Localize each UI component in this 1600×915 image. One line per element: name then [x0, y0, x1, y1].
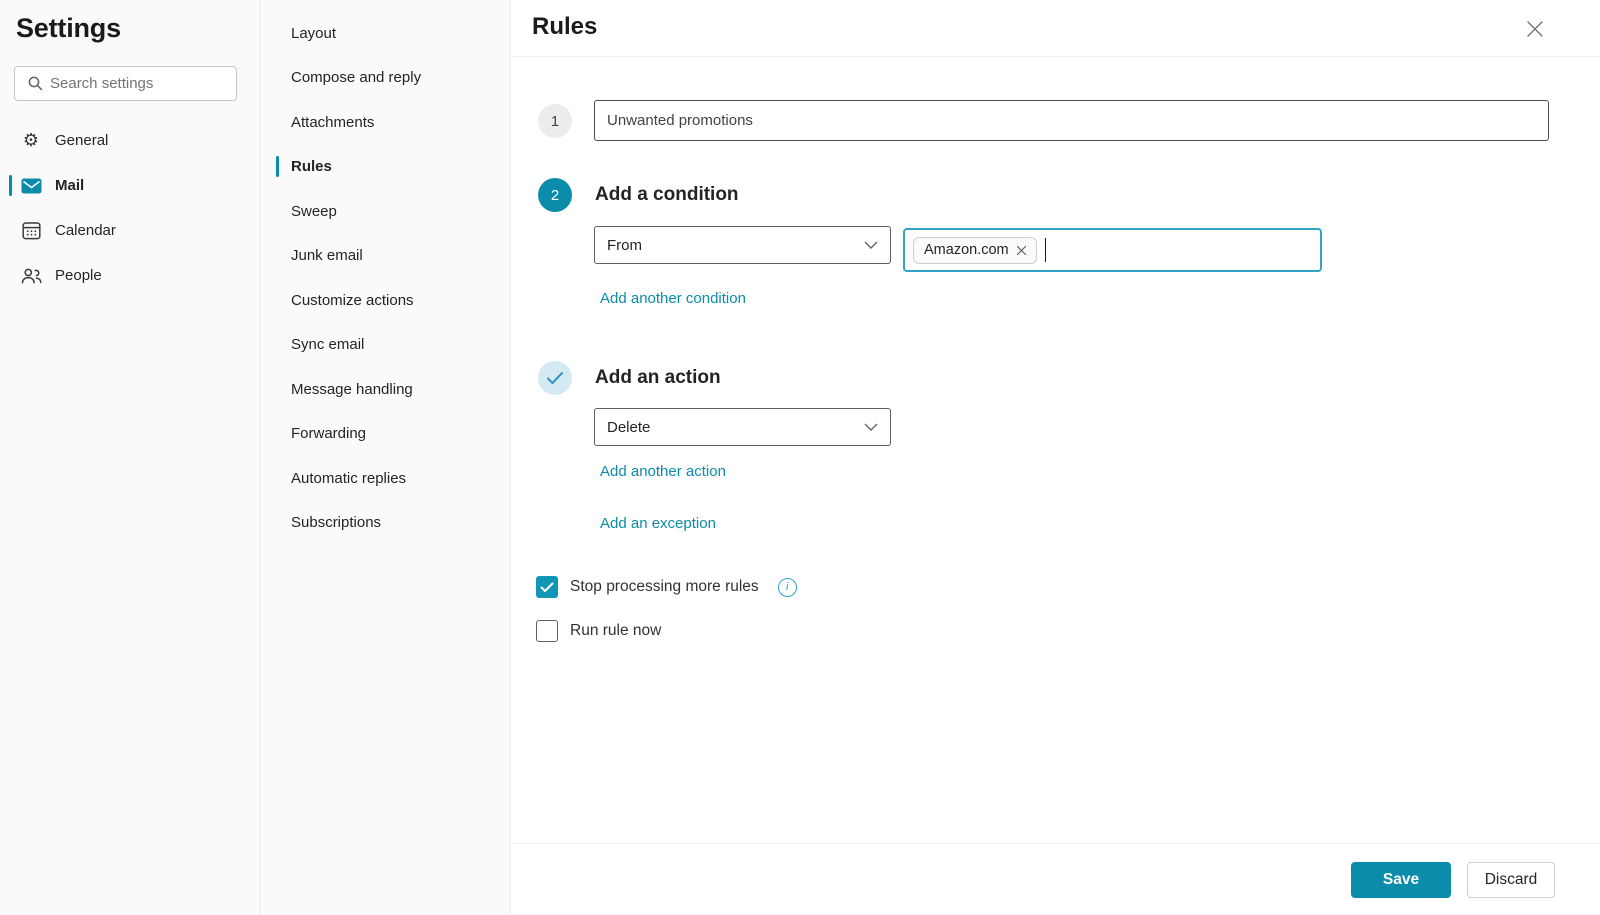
nav-item-layout[interactable]: Layout [262, 11, 510, 56]
save-button[interactable]: Save [1351, 862, 1451, 898]
remove-tag-icon[interactable] [1016, 245, 1027, 256]
nav-item-label: Compose and reply [291, 69, 421, 86]
nav-item-label: Sync email [291, 336, 364, 353]
add-another-condition-link[interactable]: Add another condition [600, 290, 746, 307]
search-settings-input[interactable] [50, 75, 228, 92]
stop-processing-checkbox[interactable] [536, 576, 558, 598]
settings-title: Settings [16, 13, 260, 44]
sidebar-item-people[interactable]: People [0, 253, 260, 298]
run-rule-now-checkbox[interactable] [536, 620, 558, 642]
step-number: 2 [551, 187, 559, 204]
nav-item-label: Customize actions [291, 292, 414, 309]
checkmark-icon [540, 582, 554, 593]
nav-item-forwarding[interactable]: Forwarding [262, 412, 510, 457]
sidebar-item-label: Calendar [55, 222, 116, 239]
close-button[interactable] [1522, 16, 1548, 42]
nav-item-attachments[interactable]: Attachments [262, 100, 510, 145]
info-glyph: i [786, 581, 788, 593]
nav-item-label: Attachments [291, 114, 374, 131]
condition-type-dropdown[interactable]: From [594, 226, 891, 264]
sidebar-item-general[interactable]: ⚙ General [0, 118, 260, 163]
tag-label: Amazon.com [924, 242, 1009, 258]
nav-item-junk-email[interactable]: Junk email [262, 234, 510, 279]
nav-item-label: Sweep [291, 203, 337, 220]
sidebar-item-label: Mail [55, 177, 84, 194]
people-icon [20, 267, 42, 285]
nav-item-sweep[interactable]: Sweep [262, 189, 510, 234]
dropdown-selected-value: Delete [607, 419, 864, 436]
discard-button[interactable]: Discard [1467, 862, 1555, 898]
nav-item-label: Automatic replies [291, 470, 406, 487]
nav-item-label: Subscriptions [291, 514, 381, 531]
checkmark-icon [546, 371, 564, 385]
nav-item-label: Forwarding [291, 425, 366, 442]
selected-indicator [276, 156, 279, 177]
nav-item-subscriptions[interactable]: Subscriptions [262, 501, 510, 546]
action-type-dropdown[interactable]: Delete [594, 408, 891, 446]
condition-value-tag: Amazon.com [913, 237, 1037, 264]
search-settings-box[interactable] [14, 66, 237, 101]
step-2-badge: 2 [538, 178, 572, 212]
nav-item-sync-email[interactable]: Sync email [262, 323, 510, 368]
panel-footer: Save Discard [512, 843, 1600, 915]
checkbox-label: Stop processing more rules [570, 578, 759, 596]
condition-value-input[interactable]: Amazon.com [903, 228, 1322, 272]
condition-section-title: Add a condition [595, 184, 739, 206]
mail-settings-nav-list: Layout Compose and reply Attachments Rul… [262, 11, 510, 545]
checkbox-label: Run rule now [570, 622, 661, 640]
nav-item-customize-actions[interactable]: Customize actions [262, 278, 510, 323]
run-rule-now-option-row: Run rule now [536, 620, 661, 642]
info-icon[interactable]: i [778, 578, 797, 597]
nav-item-message-handling[interactable]: Message handling [262, 367, 510, 412]
page-title: Rules [532, 13, 597, 41]
close-icon [1526, 20, 1544, 38]
sidebar-item-label: General [55, 132, 108, 149]
sidebar-item-label: People [55, 267, 102, 284]
nav-item-label: Rules [291, 158, 332, 175]
text-cursor [1045, 238, 1047, 262]
search-icon [27, 75, 44, 92]
rules-panel: Rules 1 2 Add a condition From Amazon.co… [512, 0, 1600, 915]
nav-item-label: Message handling [291, 381, 413, 398]
mail-icon [20, 178, 42, 194]
stop-processing-option-row: Stop processing more rules i [536, 576, 797, 598]
settings-category-list: ⚙ General Mail Calendar [0, 118, 260, 298]
step-number: 1 [551, 113, 559, 130]
gear-icon: ⚙ [20, 132, 42, 150]
add-another-action-link[interactable]: Add another action [600, 463, 726, 480]
step-3-badge [538, 361, 572, 395]
rule-name-field [594, 100, 1549, 141]
action-section-title: Add an action [595, 367, 721, 389]
settings-sidebar: Settings ⚙ General Mail [0, 0, 261, 915]
nav-item-label: Layout [291, 25, 336, 42]
step-1-badge: 1 [538, 104, 572, 138]
selected-indicator [9, 175, 12, 196]
nav-item-rules[interactable]: Rules [262, 145, 510, 190]
rule-name-input[interactable] [607, 112, 1536, 129]
mail-settings-nav: Layout Compose and reply Attachments Rul… [262, 0, 511, 915]
nav-item-label: Junk email [291, 247, 363, 264]
sidebar-item-mail[interactable]: Mail [0, 163, 260, 208]
add-an-exception-link[interactable]: Add an exception [600, 515, 716, 532]
nav-item-compose-and-reply[interactable]: Compose and reply [262, 56, 510, 101]
chevron-down-icon [864, 241, 878, 249]
chevron-down-icon [864, 423, 878, 431]
nav-item-automatic-replies[interactable]: Automatic replies [262, 456, 510, 501]
calendar-icon [20, 221, 42, 240]
dropdown-selected-value: From [607, 237, 864, 254]
panel-header: Rules [512, 0, 1600, 57]
sidebar-item-calendar[interactable]: Calendar [0, 208, 260, 253]
